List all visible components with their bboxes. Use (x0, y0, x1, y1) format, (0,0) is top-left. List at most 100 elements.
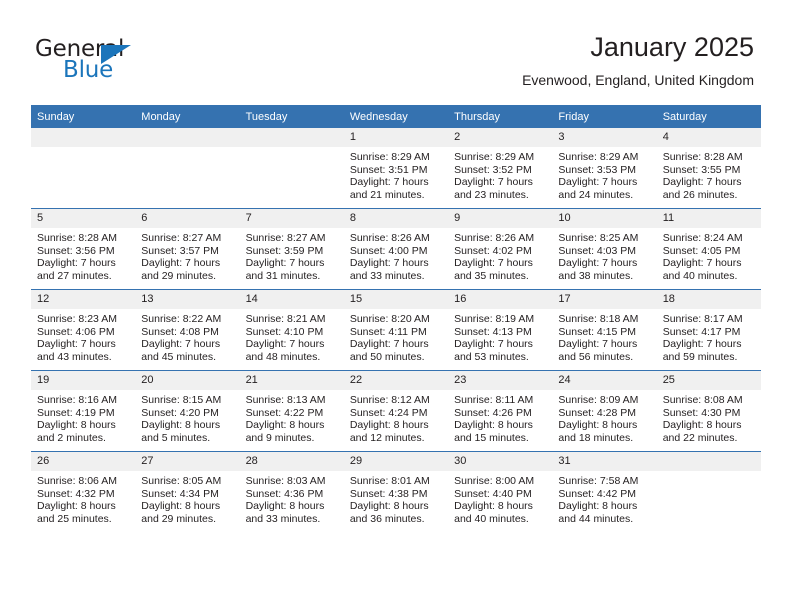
calendar-day-cell[interactable]: 5 Sunrise: 8:28 AM Sunset: 3:56 PM Daylight… (31, 208, 136, 290)
day-details: Sunrise: 8:25 AM Sunset: 4:03 PM Daylight:… (552, 228, 656, 282)
day-number: 16 (448, 290, 553, 309)
daylight-text-line1: Daylight: 7 hours (349, 257, 429, 270)
calendar-day-cell[interactable]: 13 Sunrise: 8:22 AM Sunset: 4:08 PM Dayligh… (135, 289, 240, 371)
sunrise-text: Sunrise: 8:03 AM (245, 475, 326, 487)
sunrise-text: Sunrise: 8:29 AM (558, 151, 639, 163)
weekday-header-saturday: Saturday (656, 105, 761, 128)
calendar-day-cell[interactable]: 29 Sunrise: 8:01 AM Sunset: 4:38 PM Dayligh… (343, 451, 449, 532)
day-number: 21 (239, 371, 344, 390)
sunset-text: Sunset: 4:05 PM (662, 244, 741, 257)
calendar-day-cell[interactable]: 25 Sunrise: 8:08 AM Sunset: 4:30 PM Dayligh… (656, 370, 761, 452)
calendar-day-cell[interactable]: 7 Sunrise: 8:27 AM Sunset: 3:59 PM Daylight… (239, 208, 344, 290)
sunrise-text: Sunrise: 8:22 AM (141, 313, 222, 325)
sunrise-text: Sunrise: 8:11 AM (454, 394, 534, 406)
weekday-header-sunday: Sunday (31, 105, 136, 128)
calendar-day-cell[interactable]: 15 Sunrise: 8:20 AM Sunset: 4:11 PM Dayligh… (343, 289, 449, 371)
day-details: Sunrise: 8:16 AM Sunset: 4:19 PM Daylight:… (31, 390, 135, 444)
daylight-text-line2: and 44 minutes. (558, 512, 634, 525)
daylight-text-line1: Daylight: 8 hours (141, 419, 221, 432)
sunset-text: Sunset: 3:55 PM (662, 163, 741, 176)
daylight-text-line1: Daylight: 8 hours (558, 419, 638, 432)
calendar-body: 1 Sunrise: 8:29 AM Sunset: 3:51 PM Daylight… (31, 128, 761, 532)
day-number: 17 (552, 290, 657, 309)
day-details: Sunrise: 8:21 AM Sunset: 4:10 PM Daylight:… (240, 309, 344, 363)
calendar-day-cell[interactable]: 6 Sunrise: 8:27 AM Sunset: 3:57 PM Daylight… (135, 208, 240, 290)
daylight-text-line2: and 26 minutes. (662, 188, 738, 201)
day-details: Sunrise: 8:18 AM Sunset: 4:15 PM Daylight:… (552, 309, 656, 363)
sunrise-text: Sunrise: 8:18 AM (558, 313, 639, 325)
sunset-text: Sunset: 3:52 PM (454, 163, 532, 176)
daylight-text-line2: and 43 minutes. (37, 350, 112, 363)
day-details: Sunrise: 8:27 AM Sunset: 3:59 PM Daylight:… (240, 228, 344, 282)
day-details: Sunrise: 8:19 AM Sunset: 4:13 PM Daylight:… (448, 309, 552, 363)
daylight-text-line2: and 2 minutes. (37, 431, 106, 444)
calendar-day-cell[interactable]: 9 Sunrise: 8:26 AM Sunset: 4:02 PM Daylight… (448, 208, 553, 290)
daylight-text-line1: Daylight: 8 hours (141, 500, 221, 513)
sunrise-text: Sunrise: 8:27 AM (245, 232, 326, 244)
title-block: January 2025 Evenwood, England, United K… (522, 30, 754, 90)
daylight-text-line2: and 24 minutes. (558, 188, 634, 201)
sunset-text: Sunset: 4:15 PM (558, 325, 637, 338)
calendar-day-cell[interactable]: 8 Sunrise: 8:26 AM Sunset: 4:00 PM Daylight… (343, 208, 449, 290)
daylight-text-line1: Daylight: 8 hours (349, 500, 429, 513)
daylight-text-line2: and 18 minutes. (558, 431, 634, 444)
calendar-day-cell[interactable]: 23 Sunrise: 8:11 AM Sunset: 4:26 PM Dayligh… (448, 370, 553, 452)
day-number (135, 128, 240, 147)
calendar-day-cell[interactable]: 19 Sunrise: 8:16 AM Sunset: 4:19 PM Dayligh… (31, 370, 136, 452)
calendar-day-cell[interactable]: 30 Sunrise: 8:00 AM Sunset: 4:40 PM Dayligh… (448, 451, 553, 532)
daylight-text-line1: Daylight: 8 hours (454, 419, 533, 432)
sunset-text: Sunset: 4:24 PM (349, 406, 428, 419)
daylight-text-line1: Daylight: 7 hours (558, 176, 638, 189)
sunrise-text: Sunrise: 8:13 AM (245, 394, 326, 406)
day-number: 22 (343, 371, 449, 390)
calendar-day-cell[interactable]: 28 Sunrise: 8:03 AM Sunset: 4:36 PM Dayligh… (239, 451, 344, 532)
day-details: Sunrise: 8:15 AM Sunset: 4:20 PM Daylight:… (135, 390, 239, 444)
calendar-day-cell[interactable]: 3 Sunrise: 8:29 AM Sunset: 3:53 PM Daylight… (552, 128, 657, 209)
day-details: Sunrise: 8:26 AM Sunset: 4:00 PM Daylight:… (344, 228, 448, 282)
calendar-day-cell[interactable]: 11 Sunrise: 8:24 AM Sunset: 4:05 PM Dayligh… (656, 208, 761, 290)
sunrise-text: Sunrise: 8:26 AM (349, 232, 430, 244)
day-number: 4 (656, 128, 761, 147)
calendar-day-cell[interactable]: 27 Sunrise: 8:05 AM Sunset: 4:34 PM Dayligh… (135, 451, 240, 532)
day-number (31, 128, 136, 147)
sunrise-text: Sunrise: 8:21 AM (245, 313, 326, 325)
calendar-day-cell[interactable]: 31 Sunrise: 7:58 AM Sunset: 4:42 PM Dayligh… (552, 451, 657, 532)
sunset-text: Sunset: 4:11 PM (349, 325, 427, 338)
sunrise-text: Sunrise: 8:28 AM (662, 151, 743, 163)
day-number: 23 (448, 371, 553, 390)
day-details: Sunrise: 8:08 AM Sunset: 4:30 PM Daylight:… (657, 390, 761, 444)
daylight-text-line2: and 29 minutes. (141, 269, 216, 282)
calendar-day-cell[interactable]: 18 Sunrise: 8:17 AM Sunset: 4:17 PM Dayligh… (656, 289, 761, 371)
calendar-day-cell[interactable]: 2 Sunrise: 8:29 AM Sunset: 3:52 PM Daylight… (448, 128, 553, 209)
calendar-day-cell[interactable]: 14 Sunrise: 8:21 AM Sunset: 4:10 PM Dayligh… (239, 289, 344, 371)
calendar-day-cell[interactable]: 24 Sunrise: 8:09 AM Sunset: 4:28 PM Dayligh… (552, 370, 657, 452)
calendar-day-cell[interactable]: 1 Sunrise: 8:29 AM Sunset: 3:51 PM Daylight… (343, 128, 449, 209)
day-number: 7 (239, 209, 344, 228)
calendar-day-cell[interactable]: 12 Sunrise: 8:23 AM Sunset: 4:06 PM Dayligh… (31, 289, 136, 371)
day-number: 27 (135, 452, 240, 471)
calendar-day-cell[interactable]: 20 Sunrise: 8:15 AM Sunset: 4:20 PM Dayligh… (135, 370, 240, 452)
daylight-text-line2: and 59 minutes. (662, 350, 738, 363)
sunrise-text: Sunrise: 8:16 AM (37, 394, 117, 406)
calendar-day-cell[interactable]: 4 Sunrise: 8:28 AM Sunset: 3:55 PM Daylight… (656, 128, 761, 209)
calendar-day-cell[interactable]: 26 Sunrise: 8:06 AM Sunset: 4:32 PM Dayligh… (31, 451, 136, 532)
daylight-text-line1: Daylight: 7 hours (558, 257, 638, 270)
calendar-day-cell[interactable]: 10 Sunrise: 8:25 AM Sunset: 4:03 PM Dayligh… (552, 208, 657, 290)
day-number: 29 (343, 452, 449, 471)
day-number: 13 (135, 290, 240, 309)
calendar-day-cell[interactable]: 21 Sunrise: 8:13 AM Sunset: 4:22 PM Dayligh… (239, 370, 344, 452)
sunrise-text: Sunrise: 8:09 AM (558, 394, 639, 406)
calendar-day-cell[interactable]: 16 Sunrise: 8:19 AM Sunset: 4:13 PM Dayligh… (448, 289, 553, 371)
daylight-text-line2: and 5 minutes. (141, 431, 211, 444)
daylight-text-line1: Daylight: 7 hours (141, 257, 221, 270)
daylight-text-line2: and 31 minutes. (245, 269, 321, 282)
day-details: Sunrise: 8:01 AM Sunset: 4:38 PM Daylight:… (344, 471, 448, 525)
sunset-text: Sunset: 3:51 PM (349, 163, 428, 176)
calendar-day-cell[interactable]: 22 Sunrise: 8:12 AM Sunset: 4:24 PM Dayligh… (343, 370, 449, 452)
calendar-week-row: 1 Sunrise: 8:29 AM Sunset: 3:51 PM Daylight… (31, 128, 761, 209)
day-number (656, 452, 761, 471)
calendar-day-cell[interactable]: 17 Sunrise: 8:18 AM Sunset: 4:15 PM Dayligh… (552, 289, 657, 371)
sunset-text: Sunset: 4:40 PM (454, 487, 532, 500)
day-number (239, 128, 344, 147)
daylight-text-line1: Daylight: 7 hours (245, 257, 325, 270)
